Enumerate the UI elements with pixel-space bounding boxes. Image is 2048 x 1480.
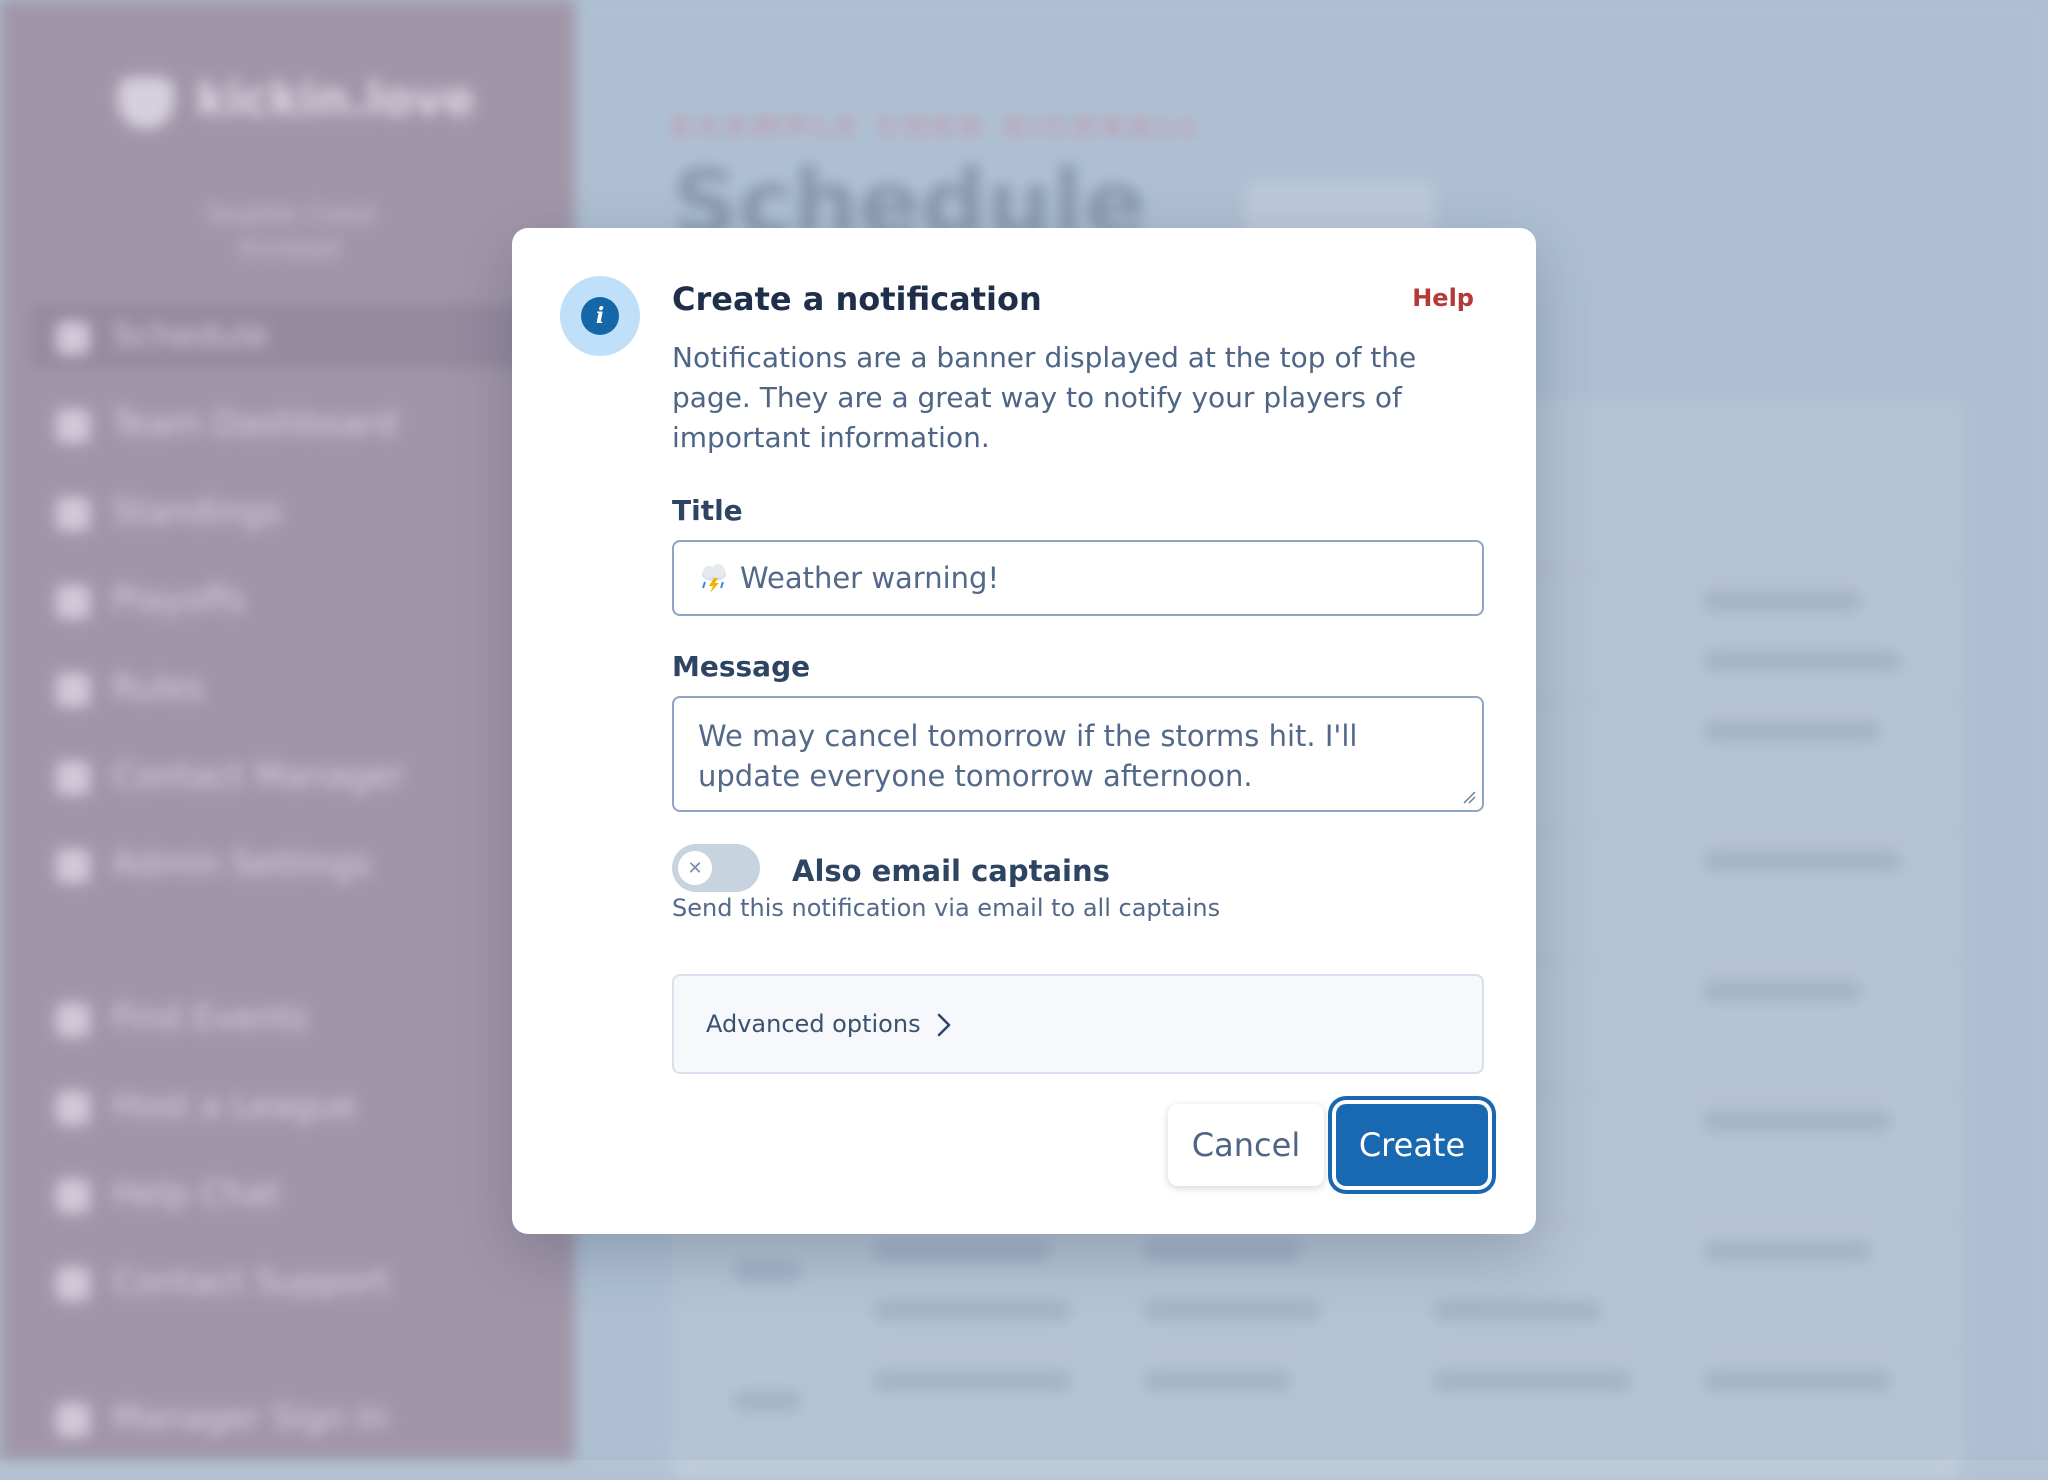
chevron-right-icon (937, 1013, 951, 1037)
create-notification-dialog: i Create a notification Help Notificatio… (512, 228, 1536, 1234)
title-input-value: Weather warning! (740, 561, 1000, 595)
dialog-title: Create a notification (672, 280, 1042, 318)
x-icon: ✕ (678, 851, 712, 885)
email-captains-toggle[interactable]: ✕ (672, 844, 760, 892)
resize-handle-icon[interactable] (1462, 790, 1476, 804)
email-captains-label: Also email captains (792, 854, 1110, 888)
cancel-button[interactable]: Cancel (1168, 1104, 1324, 1186)
info-badge: i (560, 276, 640, 356)
advanced-options-label: Advanced options (706, 1010, 921, 1038)
message-field-label: Message (672, 650, 811, 683)
create-button[interactable]: Create (1336, 1104, 1488, 1186)
title-field-label: Title (672, 494, 743, 527)
storm-cloud-icon (702, 564, 726, 593)
message-textarea-value: We may cancel tomorrow if the storms hit… (698, 719, 1358, 793)
help-link[interactable]: Help (1412, 284, 1474, 312)
dialog-description: Notifications are a banner displayed at … (672, 341, 1417, 454)
info-icon: i (581, 297, 619, 335)
advanced-options-button[interactable]: Advanced options (672, 974, 1484, 1074)
title-input[interactable]: Weather warning! (672, 540, 1484, 616)
email-captains-help: Send this notification via email to all … (672, 894, 1221, 922)
message-textarea[interactable]: We may cancel tomorrow if the storms hit… (672, 696, 1484, 812)
